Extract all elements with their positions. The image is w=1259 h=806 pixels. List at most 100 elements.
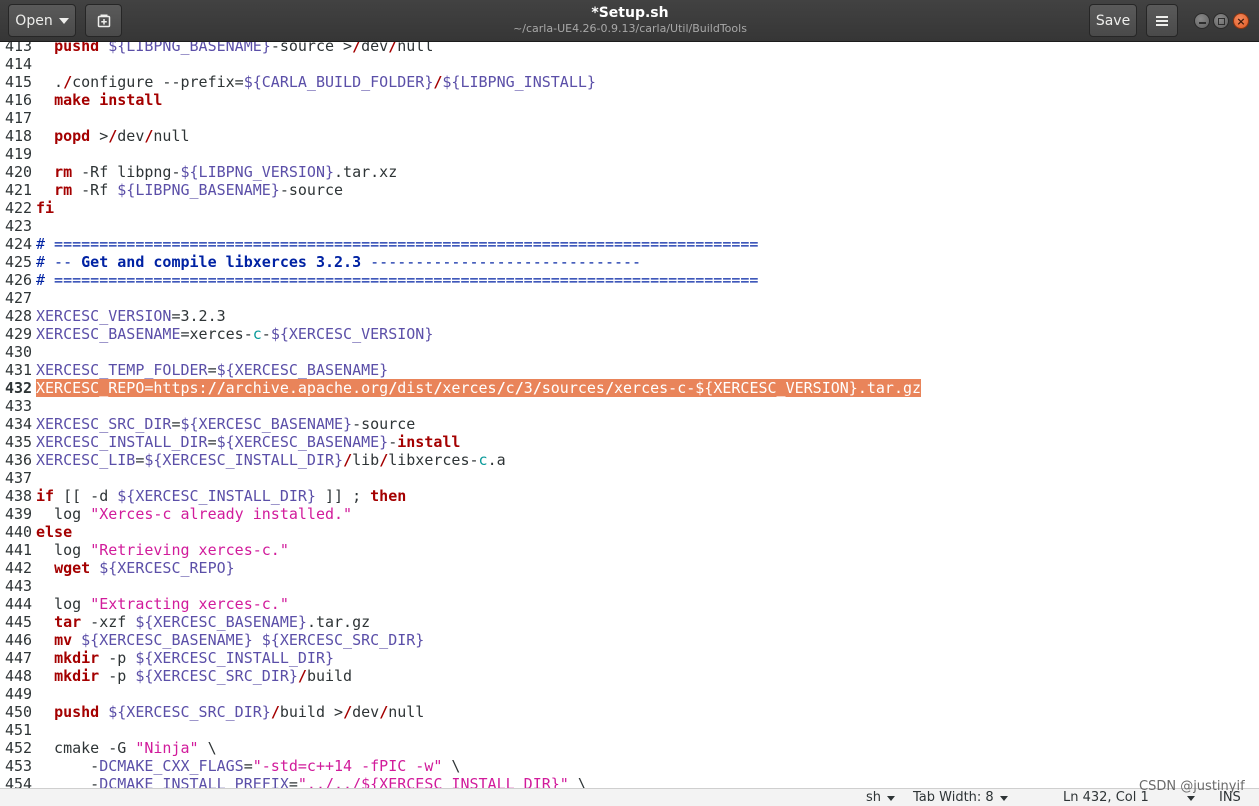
code-text[interactable]: mv ${XERCESC_BASENAME} ${XERCESC_SRC_DIR… bbox=[36, 631, 424, 649]
code-text[interactable]: XERCESC_TEMP_FOLDER=${XERCESC_BASENAME} bbox=[36, 361, 388, 379]
line-number: 435 bbox=[5, 433, 33, 451]
code-text[interactable]: -DCMAKE_INSTALL_PREFIX="../../${XERCESC_… bbox=[36, 775, 587, 788]
line-number: 432 bbox=[5, 379, 33, 397]
code-text[interactable]: # ======================================… bbox=[36, 271, 758, 289]
line-number: 422 bbox=[5, 199, 33, 217]
line-number: 434 bbox=[5, 415, 33, 433]
line-number: 419 bbox=[5, 145, 33, 163]
line-number: 442 bbox=[5, 559, 33, 577]
code-text[interactable]: make install bbox=[36, 91, 162, 109]
code-text[interactable]: # ======================================… bbox=[36, 235, 758, 253]
line-number: 436 bbox=[5, 451, 33, 469]
chevron-down-icon bbox=[999, 795, 1008, 801]
code-text[interactable]: if [[ -d ${XERCESC_INSTALL_DIR} ]] ; the… bbox=[36, 487, 406, 505]
watermark-text: CSDN @justinyif bbox=[1139, 779, 1245, 794]
header-bar: Open *Setup.sh ~/carla-UE4.26-0.9.13/car… bbox=[0, 0, 1259, 42]
code-editor[interactable]: 413 pushd ${LIBPNG_BASENAME}-source >/de… bbox=[0, 42, 1259, 788]
line-number: 440 bbox=[5, 523, 33, 541]
code-text[interactable]: pushd ${LIBPNG_BASENAME}-source >/dev/nu… bbox=[36, 42, 433, 55]
line-number: 416 bbox=[5, 91, 33, 109]
code-text[interactable]: XERCESC_INSTALL_DIR=${XERCESC_BASENAME}-… bbox=[36, 433, 460, 451]
language-label: sh bbox=[866, 790, 882, 805]
code-text[interactable]: # -- Get and compile libxerces 3.2.3 ---… bbox=[36, 253, 641, 271]
code-text[interactable]: rm -Rf ${LIBPNG_BASENAME}-source bbox=[36, 181, 343, 199]
line-number: 454 bbox=[5, 775, 33, 788]
language-selector[interactable]: sh bbox=[866, 790, 896, 806]
code-text[interactable]: log "Retrieving xerces-c." bbox=[36, 541, 289, 559]
line-number: 446 bbox=[5, 631, 33, 649]
code-text[interactable]: popd >/dev/null bbox=[36, 127, 189, 145]
line-number: 453 bbox=[5, 757, 33, 775]
code-text[interactable]: -DCMAKE_CXX_FLAGS="-std=c++14 -fPIC -w" … bbox=[36, 757, 460, 775]
line-number: 427 bbox=[5, 289, 33, 307]
code-text[interactable]: XERCESC_VERSION=3.2.3 bbox=[36, 307, 226, 325]
line-number: 428 bbox=[5, 307, 33, 325]
maximize-button[interactable] bbox=[1213, 13, 1229, 29]
tab-width-selector[interactable]: Tab Width: 8 bbox=[913, 790, 1008, 806]
line-number: 439 bbox=[5, 505, 33, 523]
line-number: 424 bbox=[5, 235, 33, 253]
maximize-icon bbox=[1217, 17, 1225, 25]
line-number: 444 bbox=[5, 595, 33, 613]
tab-width-label: Tab Width: 8 bbox=[913, 790, 994, 805]
code-text[interactable]: tar -xzf ${XERCESC_BASENAME}.tar.gz bbox=[36, 613, 370, 631]
code-text[interactable]: else bbox=[36, 523, 72, 541]
minimize-icon bbox=[1198, 22, 1206, 24]
line-number: 451 bbox=[5, 721, 33, 739]
status-bar: sh Tab Width: 8 Ln 432, Col 1 INS bbox=[0, 788, 1259, 806]
save-button[interactable]: Save bbox=[1089, 4, 1137, 37]
line-number: 449 bbox=[5, 685, 33, 703]
line-number: 420 bbox=[5, 163, 33, 181]
code-text[interactable]: wget ${XERCESC_REPO} bbox=[36, 559, 235, 577]
line-number: 413 bbox=[5, 42, 33, 55]
minimize-button[interactable] bbox=[1194, 13, 1210, 29]
line-number: 441 bbox=[5, 541, 33, 559]
code-text[interactable]: log "Xerces-c already installed." bbox=[36, 505, 352, 523]
code-text[interactable]: ./configure --prefix=${CARLA_BUILD_FOLDE… bbox=[36, 73, 596, 91]
window-title-block: *Setup.sh ~/carla-UE4.26-0.9.13/carla/Ut… bbox=[330, 5, 930, 36]
line-number: 414 bbox=[5, 55, 33, 73]
line-number: 426 bbox=[5, 271, 33, 289]
open-button[interactable]: Open bbox=[8, 4, 76, 37]
line-number: 418 bbox=[5, 127, 33, 145]
line-number: 437 bbox=[5, 469, 33, 487]
hamburger-menu-icon bbox=[1156, 15, 1168, 26]
line-number: 447 bbox=[5, 649, 33, 667]
line-number: 415 bbox=[5, 73, 33, 91]
close-icon: × bbox=[1236, 14, 1246, 28]
close-button[interactable]: × bbox=[1233, 13, 1249, 29]
document-path: ~/carla-UE4.26-0.9.13/carla/Util/BuildTo… bbox=[513, 22, 747, 35]
line-number: 433 bbox=[5, 397, 33, 415]
code-text[interactable]: XERCESC_REPO=https://archive.apache.org/… bbox=[36, 379, 922, 397]
new-document-button[interactable] bbox=[85, 4, 122, 37]
cursor-position-label: Ln 432, Col 1 bbox=[1063, 790, 1149, 805]
code-text[interactable]: rm -Rf libpng-${LIBPNG_VERSION}.tar.xz bbox=[36, 163, 397, 181]
line-number: 423 bbox=[5, 217, 33, 235]
line-number: 430 bbox=[5, 343, 33, 361]
line-number: 450 bbox=[5, 703, 33, 721]
line-number: 448 bbox=[5, 667, 33, 685]
code-text[interactable]: cmake -G "Ninja" \ bbox=[36, 739, 217, 757]
chevron-down-icon bbox=[887, 795, 896, 801]
line-number: 425 bbox=[5, 253, 33, 271]
line-number: 431 bbox=[5, 361, 33, 379]
code-text[interactable]: XERCESC_BASENAME=xerces-c-${XERCESC_VERS… bbox=[36, 325, 433, 343]
document-title: *Setup.sh bbox=[591, 5, 669, 21]
code-text[interactable]: mkdir -p ${XERCESC_INSTALL_DIR} bbox=[36, 649, 334, 667]
chevron-down-icon bbox=[58, 17, 69, 24]
code-text[interactable]: mkdir -p ${XERCESC_SRC_DIR}/build bbox=[36, 667, 352, 685]
menu-button[interactable] bbox=[1146, 4, 1178, 37]
line-number: 421 bbox=[5, 181, 33, 199]
code-text[interactable]: XERCESC_LIB=${XERCESC_INSTALL_DIR}/lib/l… bbox=[36, 451, 506, 469]
chevron-down-icon bbox=[1186, 795, 1195, 801]
code-text[interactable]: XERCESC_SRC_DIR=${XERCESC_BASENAME}-sour… bbox=[36, 415, 415, 433]
line-number: 438 bbox=[5, 487, 33, 505]
code-text[interactable]: pushd ${XERCESC_SRC_DIR}/build >/dev/nul… bbox=[36, 703, 424, 721]
code-text[interactable]: log "Extracting xerces-c." bbox=[36, 595, 289, 613]
line-number: 417 bbox=[5, 109, 33, 127]
open-button-label: Open bbox=[15, 12, 53, 29]
new-document-icon bbox=[97, 14, 110, 27]
line-number: 452 bbox=[5, 739, 33, 757]
line-number: 429 bbox=[5, 325, 33, 343]
code-text[interactable]: fi bbox=[36, 199, 54, 217]
